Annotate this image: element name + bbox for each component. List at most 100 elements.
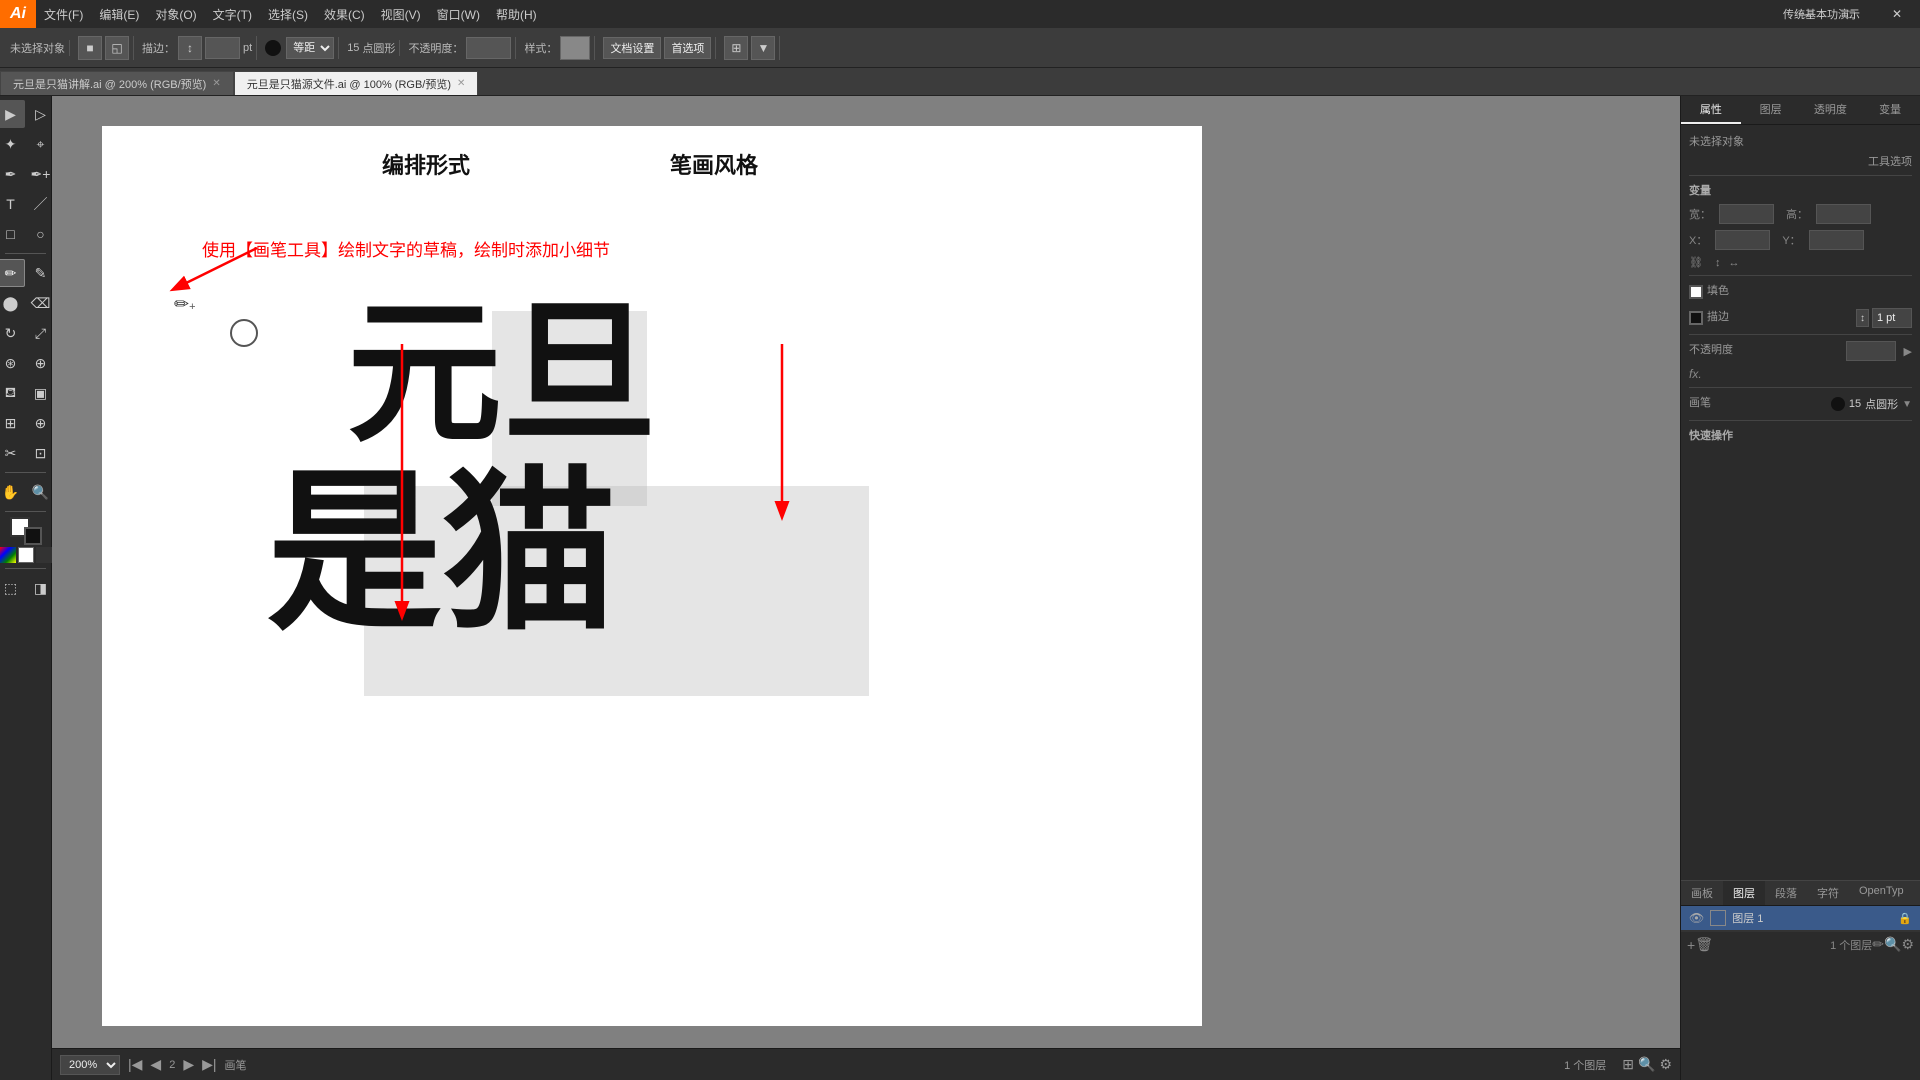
eyedropper-icon[interactable]: ⛾ xyxy=(0,379,25,407)
pen-tool-icon[interactable]: ✒ xyxy=(0,160,25,188)
menu-object[interactable]: 对象(O) xyxy=(147,0,204,28)
doc-setup-button[interactable]: 文档设置 xyxy=(603,37,661,59)
warp-icon[interactable]: ⊛ xyxy=(0,349,25,377)
zoom-select[interactable]: 200% xyxy=(60,1055,120,1075)
layer-row-0[interactable]: 👁 图层 1 🔒 xyxy=(1681,906,1920,931)
layer-lock-icon[interactable]: 🔒 xyxy=(1898,912,1912,925)
scale-icon[interactable]: ⤢ xyxy=(27,319,55,347)
selection-tool-icon[interactable]: ▶ xyxy=(0,100,25,128)
add-layer-btn[interactable]: + xyxy=(1687,937,1695,953)
stroke-weight-input[interactable]: 1 xyxy=(205,37,240,59)
rp-stroke-weight-input[interactable] xyxy=(1872,308,1912,328)
menu-text[interactable]: 文字(T) xyxy=(205,0,260,28)
layer-eye-icon[interactable]: 👁 xyxy=(1689,911,1704,925)
lasso-icon[interactable]: ⌖ xyxy=(27,130,55,158)
nav-prev-btn[interactable]: ◀ xyxy=(150,1056,161,1073)
type-tool-icon[interactable]: T xyxy=(0,190,25,218)
find-replace-btn[interactable]: 🔍 xyxy=(1884,936,1901,953)
none-icon[interactable] xyxy=(18,547,34,563)
stroke-style-select[interactable]: 等距 xyxy=(286,37,334,59)
rp-y-input[interactable] xyxy=(1809,230,1864,250)
scissors-icon[interactable]: ✂ xyxy=(0,439,25,467)
color-mode-icon[interactable] xyxy=(0,547,16,563)
gradient-icon[interactable]: ▣ xyxy=(27,379,55,407)
rp-fx-label[interactable]: fx. xyxy=(1689,367,1702,381)
rpanel-tab-variables[interactable]: 变量 xyxy=(1860,96,1920,124)
artboard-icon[interactable]: ⊡ xyxy=(27,439,55,467)
menu-select[interactable]: 选择(S) xyxy=(260,0,316,28)
tab-1-close[interactable]: ✕ xyxy=(457,78,465,89)
search-btn[interactable]: 🔍 xyxy=(1638,1056,1655,1073)
paintbrush-tool-icon[interactable]: ✏ xyxy=(0,259,25,287)
rp-brush-expand[interactable]: ▼ xyxy=(1902,399,1912,410)
arrange-view-btn[interactable]: ⊞ xyxy=(1622,1056,1634,1073)
nav-first-btn[interactable]: |◀ xyxy=(128,1056,142,1073)
tab-1[interactable]: 元旦是只猫源文件.ai @ 100% (RGB/预览) ✕ xyxy=(234,71,479,95)
minimize-button[interactable]: — xyxy=(1782,0,1828,28)
blob-brush-icon[interactable]: ⬤ xyxy=(0,289,25,317)
close-button[interactable]: ✕ xyxy=(1874,0,1920,28)
rp-height-input[interactable] xyxy=(1816,204,1871,224)
tab-0-close[interactable]: ✕ xyxy=(212,78,220,89)
rp-divider-3 xyxy=(1689,334,1912,335)
stroke-swatch[interactable] xyxy=(24,527,42,545)
tab-0[interactable]: 元旦是只猫讲解.ai @ 200% (RGB/预览) ✕ xyxy=(0,71,234,95)
style-swatch[interactable] xyxy=(560,36,590,60)
first-select-button[interactable]: 首选项 xyxy=(664,37,711,59)
blend-icon[interactable]: ⊕ xyxy=(27,409,55,437)
eraser-icon[interactable]: ⌫ xyxy=(27,289,55,317)
black-icon[interactable] xyxy=(36,547,52,563)
add-anchor-icon[interactable]: ✒+ xyxy=(27,160,55,188)
layers-tab-opentype[interactable]: OpenTyp xyxy=(1849,881,1914,905)
menu-help[interactable]: 帮助(H) xyxy=(488,0,545,28)
maximize-button[interactable]: □ xyxy=(1828,0,1874,28)
stroke-square-icon[interactable]: ■ xyxy=(78,36,102,60)
settings-btn[interactable]: ⚙ xyxy=(1659,1056,1672,1073)
rp-x-input[interactable] xyxy=(1715,230,1770,250)
magic-wand-icon[interactable]: ✦ xyxy=(0,130,25,158)
menu-file[interactable]: 文件(F) xyxy=(36,0,91,28)
edit-canvas-btn[interactable]: ✏ xyxy=(1872,936,1884,953)
warp2-icon[interactable]: ⊕ xyxy=(27,349,55,377)
opacity-input[interactable]: 100% xyxy=(466,37,511,59)
delete-layer-btn[interactable]: 🗑 xyxy=(1695,936,1713,953)
settings-layers-btn[interactable]: ⚙ xyxy=(1901,936,1914,953)
menu-window[interactable]: 窗口(W) xyxy=(429,0,488,28)
stroke-up-icon[interactable]: ↕ xyxy=(178,36,202,60)
mesh-icon[interactable]: ⊞ xyxy=(0,409,25,437)
rotate-icon[interactable]: ↻ xyxy=(0,319,25,347)
menu-view[interactable]: 视图(V) xyxy=(373,0,429,28)
layer-thumb[interactable] xyxy=(1710,910,1726,926)
canvas-area[interactable]: 编排形式 笔画风格 使用【画笔工具】绘制文字的草稿，绘制时添加小细节 ✏+ xyxy=(52,96,1680,1080)
rp-stroke-weight-up[interactable]: ↕ xyxy=(1856,309,1869,327)
rp-opacity-arrow[interactable]: ▶ xyxy=(1904,345,1912,358)
special-tool-1[interactable]: ⬚ xyxy=(0,574,25,602)
rpanel-tab-layers[interactable]: 图层 xyxy=(1741,96,1801,124)
rp-stroke-swatch[interactable] xyxy=(1689,311,1703,325)
layers-tab-paragraph[interactable]: 段落 xyxy=(1765,881,1807,905)
rect-tool-icon[interactable]: □ xyxy=(0,220,25,248)
rp-fill-swatch[interactable] xyxy=(1689,285,1703,299)
rpanel-tab-transparency[interactable]: 透明度 xyxy=(1801,96,1861,124)
direct-selection-tool-icon[interactable]: ▷ xyxy=(27,100,55,128)
rpanel-tab-properties[interactable]: 属性 xyxy=(1681,96,1741,124)
layers-tab-artboard[interactable]: 画板 xyxy=(1681,881,1723,905)
arrange-down-icon[interactable]: ▼ xyxy=(751,36,775,60)
tool-divider-2 xyxy=(5,472,46,473)
rp-opacity-input[interactable]: 100% xyxy=(1846,341,1896,361)
menu-effects[interactable]: 效果(C) xyxy=(316,0,373,28)
nav-next-btn[interactable]: ▶ xyxy=(183,1056,194,1073)
rp-width-input[interactable] xyxy=(1719,204,1774,224)
special-tool-2[interactable]: ◨ xyxy=(27,574,55,602)
ellipse-tool-icon[interactable]: ○ xyxy=(27,220,55,248)
menu-edit[interactable]: 编辑(E) xyxy=(91,0,147,28)
line-tool-icon[interactable]: ／ xyxy=(27,190,55,218)
pencil-tool-icon[interactable]: ✎ xyxy=(27,259,55,287)
stroke-corner-icon[interactable]: ◱ xyxy=(105,36,129,60)
layers-tab-char[interactable]: 字符 xyxy=(1807,881,1849,905)
layers-tab-layers[interactable]: 图层 xyxy=(1723,881,1765,905)
hand-tool-icon[interactable]: ✋ xyxy=(0,478,25,506)
arrange-icon[interactable]: ⊞ xyxy=(724,36,748,60)
zoom-tool-icon[interactable]: 🔍 xyxy=(27,478,55,506)
nav-last-btn[interactable]: ▶| xyxy=(202,1056,216,1073)
